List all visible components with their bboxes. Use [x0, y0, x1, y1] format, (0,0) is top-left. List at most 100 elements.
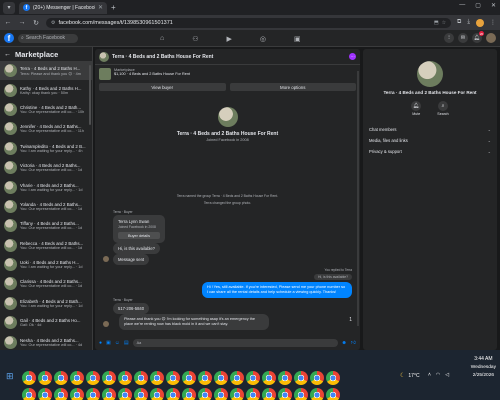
site-info-icon[interactable]: ⚙ [51, 20, 55, 26]
chrome-taskbar-icon[interactable] [54, 371, 68, 385]
sidebar-scrollbar[interactable] [89, 65, 91, 125]
chrome-taskbar-icon[interactable] [70, 371, 84, 385]
notifications-icon[interactable]: 🔔︎ 20 [472, 31, 484, 43]
chrome-taskbar-icon[interactable] [86, 388, 100, 400]
omnibox[interactable]: ⚙ facebook.com/messages/t/13985309615013… [46, 17, 452, 28]
conversation-item[interactable]: Elizabeth · 4 Beds and 2 Bath... You: I a… [0, 294, 92, 313]
message-bubble[interactable]: Message sent [113, 254, 150, 265]
message-bubble[interactable]: 517-206-5840 [113, 303, 150, 314]
conversation-item[interactable]: Tiffany · 4 Beds and 2 Baths... You: Our … [0, 216, 92, 235]
chrome-taskbar-icon[interactable] [118, 388, 132, 400]
facebook-logo-icon[interactable]: f [4, 33, 14, 43]
back-arrow-icon[interactable]: ← [4, 51, 11, 58]
conversation-item[interactable]: Jennifer · 4 Beds and 2 Baths... You: Our… [0, 119, 92, 138]
chrome-taskbar-icon[interactable] [278, 388, 292, 400]
like-icon[interactable]: 👍︎ [351, 340, 356, 346]
chrome-taskbar-icon[interactable] [102, 388, 116, 400]
chrome-taskbar-icon[interactable] [262, 371, 276, 385]
chat-scrollbar[interactable] [357, 71, 359, 326]
chrome-taskbar-icon[interactable] [310, 388, 324, 400]
conversation-item[interactable]: Clarissa · 4 Beds and 2 Baths... You: Our… [0, 274, 92, 293]
chrome-taskbar-icon[interactable] [150, 388, 164, 400]
message-bubble[interactable]: Hi, is this available? [113, 243, 161, 254]
chevron-up-icon[interactable]: ˄ [428, 372, 431, 378]
messenger-icon[interactable]: ✉ [458, 33, 468, 43]
chrome-taskbar-icon[interactable] [246, 388, 260, 400]
emoji-icon[interactable]: ☻ [342, 340, 347, 346]
chrome-taskbar-icon[interactable] [134, 388, 148, 400]
chrome-taskbar-icon[interactable] [182, 371, 196, 385]
chrome-taskbar-icon[interactable] [150, 371, 164, 385]
chrome-taskbar-icon[interactable] [214, 388, 228, 400]
weather-widget[interactable]: ☾ 17°C [400, 372, 420, 380]
chrome-taskbar-icon[interactable] [54, 388, 68, 400]
tab-search-icon[interactable]: ▾ [3, 1, 15, 14]
gaming-icon[interactable]: ▣ [294, 35, 301, 43]
chrome-taskbar-icon[interactable] [262, 388, 276, 400]
browser-tab-messenger[interactable]: f (20+) Messenger | Facebook ✕ [19, 1, 107, 14]
listing-banner[interactable]: Marketplace $1,100 · 4 Beds and 2 Baths … [95, 65, 360, 83]
extensions-icon[interactable]: ⧉ [457, 19, 461, 26]
chrome-taskbar-icon[interactable] [278, 371, 292, 385]
chrome-taskbar-icon[interactable] [102, 371, 116, 385]
details-profile-picture[interactable] [417, 61, 443, 87]
chrome-taskbar-icon[interactable] [246, 371, 260, 385]
groups-icon[interactable]: ◎ [260, 35, 266, 43]
chrome-taskbar-icon[interactable] [214, 371, 228, 385]
menu-grid-icon[interactable]: ⁝ [444, 33, 454, 43]
chat-title[interactable]: Terra · 4 Beds and 2 Baths House For Ren… [112, 54, 346, 60]
section-chat-members[interactable]: Chat members ⌄ [363, 124, 497, 135]
downloads-icon[interactable]: ⤓ [467, 19, 470, 26]
minimize-icon[interactable]: — [459, 2, 465, 9]
gif-icon[interactable]: ▤ [124, 340, 129, 346]
chrome-taskbar-icon[interactable] [182, 388, 196, 400]
more-options-button[interactable]: More options [229, 83, 356, 91]
chrome-taskbar-icon[interactable] [166, 371, 180, 385]
close-window-icon[interactable]: ✕ [491, 2, 496, 9]
conversation-item[interactable]: Uoki · 4 Beds and 2 Baths H... You: I am … [0, 255, 92, 274]
chrome-taskbar-icon[interactable] [294, 388, 308, 400]
conversation-info-icon[interactable]: ⋯ [349, 53, 356, 60]
incoming-long-message[interactable]: Please and thank you 😊 I'm looking for s… [119, 314, 269, 331]
chrome-taskbar-icon[interactable] [326, 388, 340, 400]
chrome-taskbar-icon[interactable] [230, 388, 244, 400]
outgoing-message[interactable]: Hi ! Yes, still available. If you're int… [202, 282, 352, 299]
browser-menu-icon[interactable]: ⋮ [490, 19, 496, 26]
maximize-icon[interactable]: ▢ [475, 2, 481, 9]
new-tab-icon[interactable]: + [111, 3, 116, 12]
clock[interactable]: 3:44 AM Wednesday 2/25/2026 [471, 356, 496, 378]
chrome-taskbar-icon[interactable] [86, 371, 100, 385]
view-buyer-button[interactable]: View buyer [99, 83, 226, 91]
back-icon[interactable]: ← [4, 19, 12, 26]
url-text[interactable]: facebook.com/messages/t/1398530961501371 [58, 20, 430, 26]
chrome-taskbar-icon[interactable] [198, 371, 212, 385]
friends-icon[interactable]: ⚇ [192, 35, 198, 43]
conversation-item[interactable]: Yolanda · 4 Beds and 2 Baths... You: Our … [0, 197, 92, 216]
wifi-icon[interactable]: ◠ [436, 372, 440, 378]
chrome-taskbar-icon[interactable] [22, 371, 36, 385]
section-media[interactable]: Media, files and links ⌄ [363, 135, 497, 146]
tab-close-icon[interactable]: ✕ [98, 4, 103, 11]
conversation-item[interactable]: Christine · 4 Beds and 2 Bath... You: Our… [0, 100, 92, 119]
account-avatar[interactable] [486, 33, 496, 43]
facebook-search-input[interactable]: ⌕ Search Facebook [18, 33, 78, 43]
voice-clip-icon[interactable]: ● [99, 340, 102, 346]
conversation-item[interactable]: Nesha · 4 Beds and 2 Baths... You: Our re… [0, 332, 92, 350]
section-privacy[interactable]: Privacy & support ⌄ [363, 146, 497, 157]
reload-icon[interactable]: ↻ [32, 19, 40, 27]
conversation-item[interactable]: Terra · 4 Beds and 2 Baths H... Terra: Pl… [0, 61, 92, 81]
quoted-message[interactable]: Hi, is this available? [314, 274, 352, 280]
buyer-details-button[interactable]: Buyer details [118, 232, 160, 239]
mute-action[interactable]: 🔔︎ Mute [411, 101, 422, 116]
conversation-item[interactable]: Twinampledito · 4 Beds and 2 B... You: I … [0, 139, 92, 158]
chat-avatar[interactable] [99, 51, 109, 62]
volume-icon[interactable]: ◁ [445, 372, 449, 378]
home-icon[interactable]: ⌂ [160, 35, 164, 42]
forward-icon[interactable]: → [18, 19, 26, 26]
scroll-count[interactable]: 1 [349, 317, 352, 323]
sticker-icon[interactable]: ☺ [115, 340, 120, 346]
video-icon[interactable]: ▶ [227, 35, 232, 43]
chrome-taskbar-icon[interactable] [134, 371, 148, 385]
chrome-taskbar-icon[interactable] [22, 388, 36, 400]
conversation-item[interactable]: Victoria · 4 Beds and 2 Baths... You: Our… [0, 158, 92, 177]
